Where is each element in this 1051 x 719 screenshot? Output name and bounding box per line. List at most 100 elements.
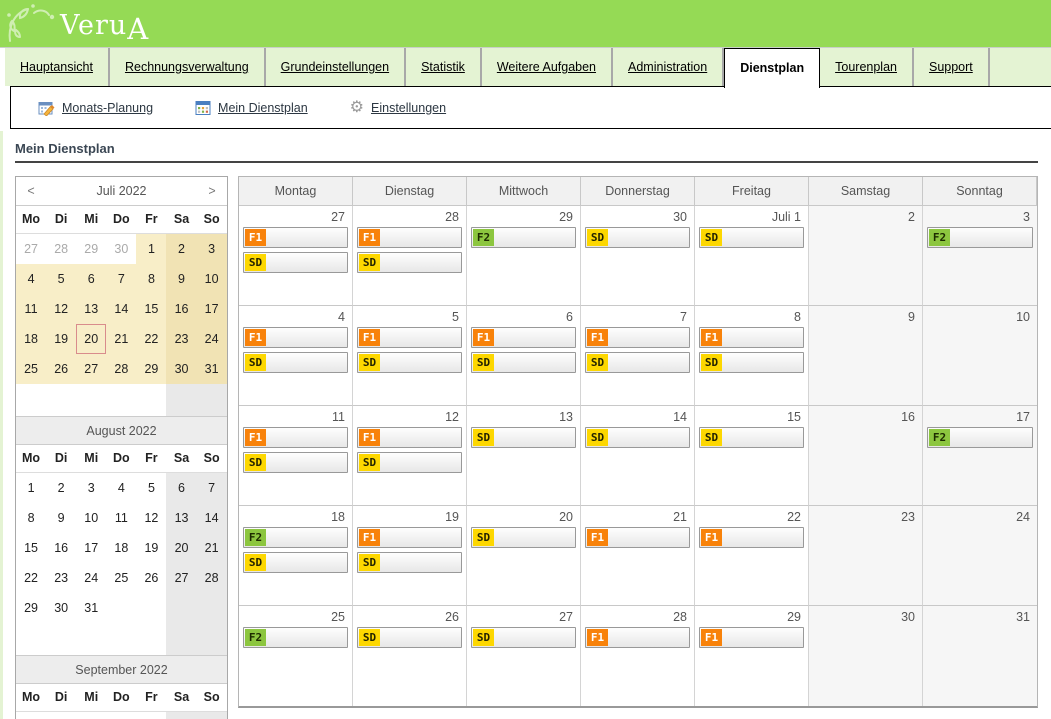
day-cell[interactable]: 7F1SD [581,306,695,406]
day-cell[interactable]: 17F2 [923,406,1037,506]
mini-day-cell[interactable]: 3 [76,473,106,503]
day-cell[interactable]: 10 [923,306,1037,406]
day-cell[interactable]: 25F2 [239,606,353,706]
shift-entry[interactable]: SD [585,227,690,248]
mini-day-cell[interactable]: 31 [76,593,106,623]
day-cell[interactable]: 20SD [467,506,581,606]
toolbar-item-mein-dienstplan[interactable]: Mein Dienstplan [195,100,308,116]
mini-day-cell[interactable]: 21 [197,533,227,563]
mini-day-cell[interactable]: 17 [197,294,227,324]
toolbar-item-monats-planung[interactable]: Monats-Planung [38,100,153,116]
mini-day-cell[interactable]: 5 [136,473,166,503]
mini-day-cell[interactable]: 19 [46,324,76,354]
day-cell[interactable]: 5F1SD [353,306,467,406]
mini-day-cell[interactable]: 12 [136,503,166,533]
mini-day-cell[interactable]: 8 [136,264,166,294]
day-cell[interactable]: Juli 1SD [695,206,809,306]
mini-day-cell[interactable]: 26 [136,563,166,593]
day-cell[interactable]: 9 [809,306,923,406]
mini-day-cell[interactable]: 7 [106,264,136,294]
mini-day-cell[interactable]: 13 [166,503,196,533]
mini-day-cell[interactable]: 18 [106,533,136,563]
shift-entry[interactable]: F1 [357,327,462,348]
mini-day-cell[interactable]: 30 [106,234,136,264]
tab-statistik[interactable]: Statistik [406,48,482,86]
day-cell[interactable]: 6F1SD [467,306,581,406]
day-cell[interactable]: 30SD [581,206,695,306]
tab-rechnungsverwaltung[interactable]: Rechnungsverwaltung [110,48,266,86]
day-cell[interactable]: 24 [923,506,1037,606]
day-cell[interactable]: 27F1SD [239,206,353,306]
day-cell[interactable]: 28F1 [581,606,695,706]
shift-entry[interactable]: F2 [243,627,348,648]
mini-day-cell[interactable]: 6 [76,264,106,294]
tab-administration[interactable]: Administration [613,48,724,86]
mini-day-cell[interactable]: 10 [197,264,227,294]
shift-entry[interactable]: SD [471,527,576,548]
mini-day-cell[interactable]: 14 [106,294,136,324]
shift-entry[interactable]: F2 [927,227,1033,248]
mini-day-cell[interactable]: 9 [46,503,76,533]
mini-day-cell[interactable]: 28 [197,563,227,593]
day-cell[interactable]: 22F1 [695,506,809,606]
day-cell[interactable]: 18F2SD [239,506,353,606]
shift-entry[interactable]: SD [699,352,804,373]
day-cell[interactable]: 29F2 [467,206,581,306]
mini-day-cell[interactable]: 12 [46,294,76,324]
shift-entry[interactable]: F1 [243,327,348,348]
shift-entry[interactable]: SD [471,352,576,373]
shift-entry[interactable]: SD [585,427,690,448]
mini-day-cell[interactable]: 3 [197,234,227,264]
day-cell[interactable]: 29F1 [695,606,809,706]
shift-entry[interactable]: F2 [243,527,348,548]
mini-day-cell[interactable]: 27 [76,354,106,384]
day-cell[interactable]: 3F2 [923,206,1037,306]
day-cell[interactable]: 16 [809,406,923,506]
day-cell[interactable]: 13SD [467,406,581,506]
mini-day-cell[interactable]: 30 [46,593,76,623]
day-cell[interactable]: 31 [923,606,1037,706]
mini-day-cell[interactable]: 25 [16,354,46,384]
shift-entry[interactable]: F2 [471,227,576,248]
mini-day-cell[interactable]: 21 [106,324,136,354]
shift-entry[interactable]: F1 [243,227,348,248]
shift-entry[interactable]: F1 [585,527,690,548]
day-cell[interactable]: 30 [809,606,923,706]
shift-entry[interactable]: SD [471,627,576,648]
mini-day-cell[interactable]: 1 [106,712,136,719]
mini-day-cell[interactable]: 14 [197,503,227,533]
mini-day-cell[interactable]: 18 [16,324,46,354]
mini-day-cell[interactable]: 6 [166,473,196,503]
shift-entry[interactable]: SD [243,252,348,273]
shift-entry[interactable]: F1 [471,327,576,348]
shift-entry[interactable]: F1 [357,427,462,448]
mini-day-cell[interactable]: 1 [16,473,46,503]
mini-day-cell[interactable]: 2 [166,234,196,264]
toolbar-link-monats-planung[interactable]: Monats-Planung [62,101,153,115]
shift-entry[interactable]: SD [357,252,462,273]
mini-day-cell[interactable]: 28 [46,234,76,264]
shift-entry[interactable]: F1 [585,327,690,348]
mini-day-cell[interactable]: 26 [46,354,76,384]
shift-entry[interactable]: F1 [699,327,804,348]
tab-weitere-aufgaben[interactable]: Weitere Aufgaben [482,48,613,86]
shift-entry[interactable]: F2 [927,427,1033,448]
mini-day-cell[interactable]: 2 [46,473,76,503]
day-cell[interactable]: 12F1SD [353,406,467,506]
prev-month-button[interactable]: < [16,184,46,198]
shift-entry[interactable]: F1 [699,527,804,548]
mini-day-cell[interactable]: 3 [166,712,196,719]
tab-grundeinstellungen[interactable]: Grundeinstellungen [266,48,406,86]
mini-day-cell[interactable]: 20 [166,533,196,563]
day-cell[interactable]: 21F1 [581,506,695,606]
mini-day-cell[interactable]: 1 [136,234,166,264]
mini-day-cell[interactable]: 16 [46,533,76,563]
mini-day-cell[interactable]: 22 [136,324,166,354]
mini-day-cell[interactable]: 24 [76,563,106,593]
mini-day-cell[interactable]: 13 [76,294,106,324]
day-cell[interactable]: 27SD [467,606,581,706]
shift-entry[interactable]: SD [243,452,348,473]
tab-support[interactable]: Support [914,48,990,86]
mini-day-cell[interactable]: 23 [46,563,76,593]
mini-day-cell[interactable]: 29 [16,593,46,623]
